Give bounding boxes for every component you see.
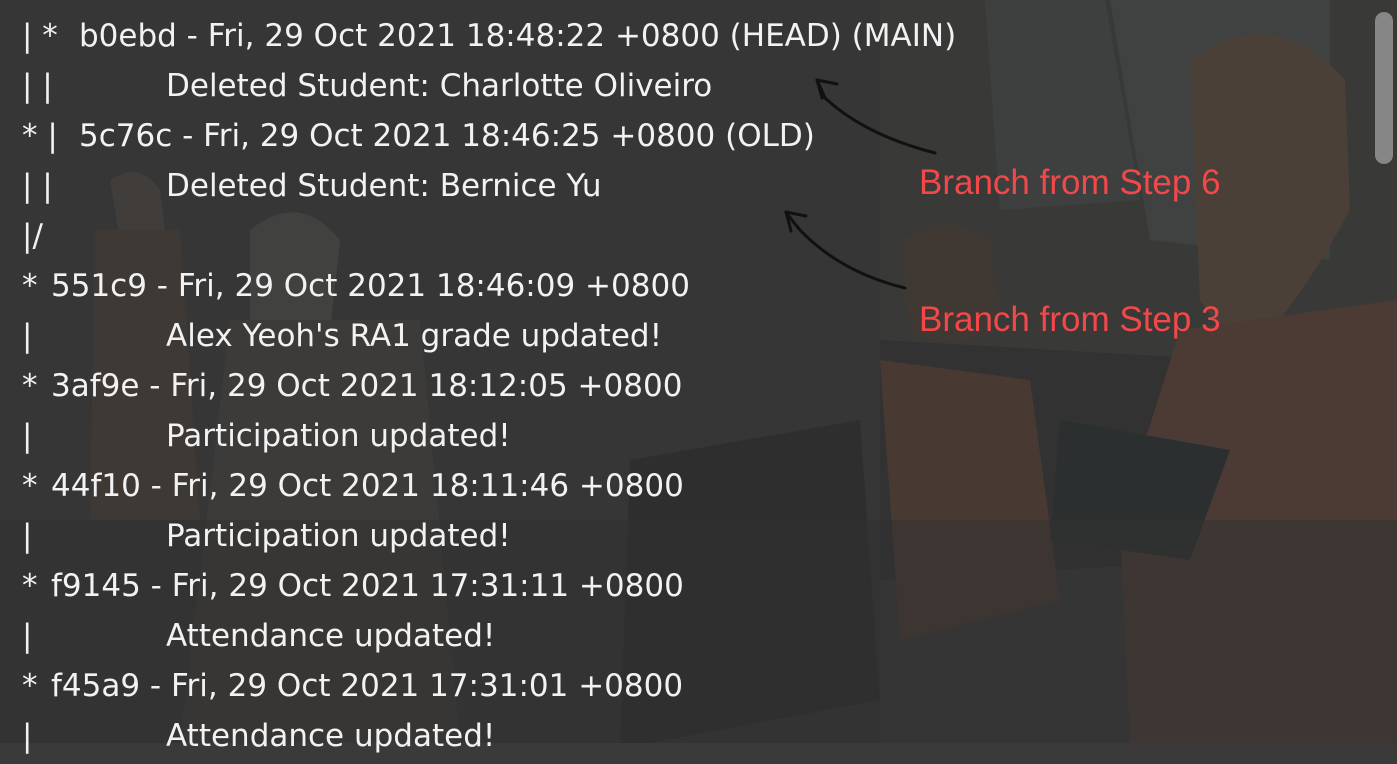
graph-symbols: | | bbox=[22, 168, 53, 204]
commit-header: 3af9e - Fri, 29 Oct 2021 18:12:05 +0800 bbox=[51, 368, 683, 404]
commit-header: 5c76c - Fri, 29 Oct 2021 18:46:25 +0800 … bbox=[79, 118, 815, 154]
graph-symbols: | bbox=[22, 318, 33, 354]
graph-symbols: * bbox=[22, 568, 38, 604]
commit-line: * f45a9 - Fri, 29 Oct 2021 17:31:01 +0800 bbox=[22, 664, 1002, 714]
graph-symbols: | | bbox=[22, 68, 53, 104]
scrollbar-thumb[interactable] bbox=[1375, 12, 1393, 164]
graph-symbols: | bbox=[22, 518, 33, 554]
commit-message: Participation updated! bbox=[166, 518, 511, 554]
commit-header: b0ebd - Fri, 29 Oct 2021 18:48:22 +0800 … bbox=[79, 18, 957, 54]
annotation-step6: Branch from Step 6 bbox=[919, 163, 1221, 202]
commit-header: f9145 - Fri, 29 Oct 2021 17:31:11 +0800 bbox=[51, 568, 684, 604]
scrollbar[interactable] bbox=[1371, 0, 1397, 743]
commit-message: Participation updated! bbox=[166, 418, 511, 454]
graph-symbols: |/ bbox=[22, 218, 43, 254]
graph-symbols: * bbox=[22, 268, 38, 304]
commit-line: | * b0ebd - Fri, 29 Oct 2021 18:48:22 +08… bbox=[22, 14, 1002, 64]
commit-message-line: | Alex Yeoh's RA1 grade updated! bbox=[22, 314, 1002, 364]
commit-message-line: | Participation updated! bbox=[22, 514, 1002, 564]
commit-line: * 44f10 - Fri, 29 Oct 2021 18:11:46 +0800 bbox=[22, 464, 1002, 514]
commit-message-line: | Attendance updated! bbox=[22, 714, 1002, 764]
commit-message: Attendance updated! bbox=[166, 618, 496, 654]
graph-symbols: * bbox=[22, 668, 38, 704]
graph-symbols: | bbox=[22, 718, 33, 754]
graph-symbols: * | bbox=[22, 118, 58, 154]
commit-message: Deleted Student: Bernice Yu bbox=[166, 168, 602, 204]
commit-message-line: | Attendance updated! bbox=[22, 614, 1002, 664]
commit-line: * f9145 - Fri, 29 Oct 2021 17:31:11 +0800 bbox=[22, 564, 1002, 614]
graph-symbols: * bbox=[22, 468, 38, 504]
commit-header: f45a9 - Fri, 29 Oct 2021 17:31:01 +0800 bbox=[51, 668, 684, 704]
graph-symbols: | bbox=[22, 618, 33, 654]
commit-header: 44f10 - Fri, 29 Oct 2021 18:11:46 +0800 bbox=[51, 468, 684, 504]
graph-symbols: | bbox=[22, 418, 33, 454]
commit-message: Alex Yeoh's RA1 grade updated! bbox=[166, 318, 662, 354]
graph-symbols: | * bbox=[22, 18, 58, 54]
graph-symbols: * bbox=[22, 368, 38, 404]
annotation-step3: Branch from Step 3 bbox=[919, 300, 1221, 339]
commit-message: Attendance updated! bbox=[166, 718, 496, 754]
commit-message-line: | Participation updated! bbox=[22, 414, 1002, 464]
commit-header: 551c9 - Fri, 29 Oct 2021 18:46:09 +0800 bbox=[51, 268, 690, 304]
commit-message: Deleted Student: Charlotte Oliveiro bbox=[166, 68, 713, 104]
commit-line: * 3af9e - Fri, 29 Oct 2021 18:12:05 +0800 bbox=[22, 364, 1002, 414]
